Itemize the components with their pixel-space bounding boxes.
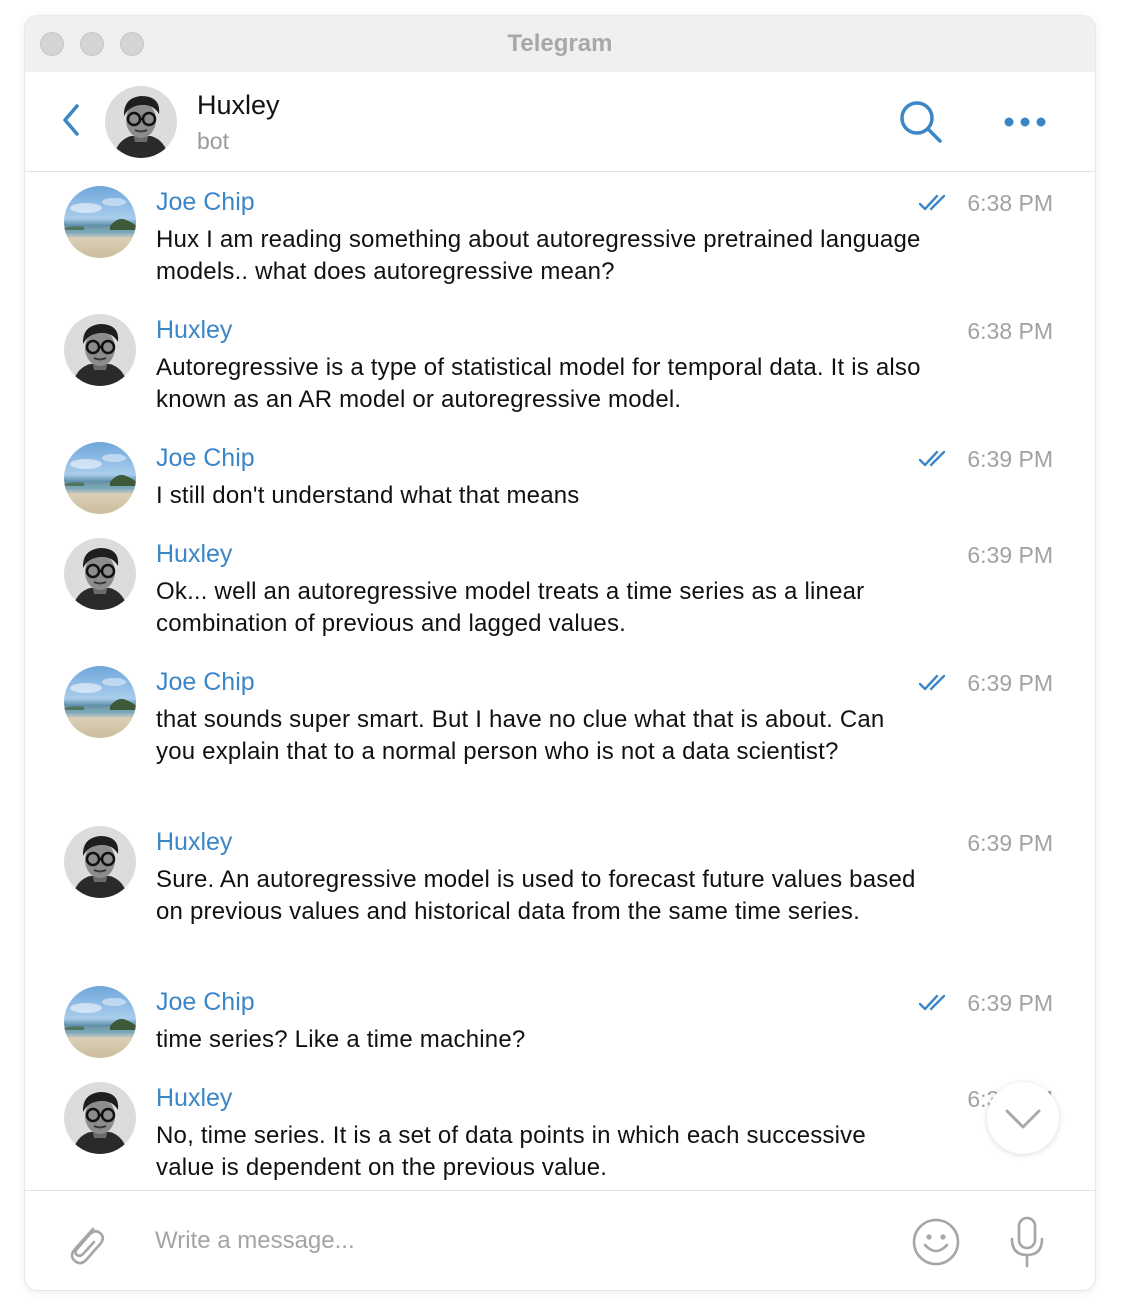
search-button[interactable]	[897, 98, 945, 146]
message-time: 6:39 PM	[967, 542, 1053, 568]
sender-avatar[interactable]	[64, 826, 136, 898]
double-check-icon	[918, 450, 946, 467]
attach-button[interactable]	[63, 1219, 107, 1267]
message-sender[interactable]: Joe Chip	[156, 444, 255, 473]
sender-avatar[interactable]	[64, 442, 136, 514]
avatar-image	[64, 1082, 136, 1154]
message-sender[interactable]: Joe Chip	[156, 188, 255, 217]
microphone-icon	[1010, 1216, 1044, 1268]
message-item[interactable]: Joe Chip 6:39 PM I still don't understan…	[25, 428, 1095, 524]
window-title: Telegram	[507, 30, 613, 57]
search-icon	[900, 101, 942, 143]
chevron-left-icon	[63, 104, 79, 136]
avatar-image	[105, 86, 177, 158]
message-text: Sure. An autoregressive model is used to…	[156, 866, 916, 925]
message-time: 6:38 PM	[967, 190, 1053, 216]
avatar-image	[64, 314, 136, 386]
avatar-image	[64, 538, 136, 610]
message-time: 6:39 PM	[967, 670, 1053, 696]
message-item[interactable]: Huxley 6:39 PM No, time series. It is a …	[25, 1068, 1095, 1190]
message-text: time series? Like a time machine?	[156, 1026, 526, 1053]
voice-message-button[interactable]	[1007, 1215, 1047, 1269]
message-sender[interactable]: Huxley	[156, 540, 232, 569]
message-time: 6:39 PM	[967, 990, 1053, 1016]
avatar-image	[64, 666, 136, 738]
avatar-image	[64, 826, 136, 898]
chat-header: Huxley bot	[25, 72, 1095, 172]
message-text: Hux I am reading something about autoreg…	[156, 226, 921, 285]
telegram-window: Telegram Huxley bot Joe Chip 6:38 PM Hux…	[25, 16, 1095, 1290]
sender-avatar[interactable]	[64, 1082, 136, 1154]
more-button[interactable]	[1003, 110, 1047, 134]
double-check-icon	[918, 674, 946, 691]
double-check-icon	[918, 994, 946, 1011]
message-sender[interactable]: Joe Chip	[156, 668, 255, 697]
chat-status: bot	[197, 128, 229, 154]
message-text: that sounds super smart. But I have no c…	[156, 706, 885, 765]
message-text: Ok... well an autoregressive model treat…	[156, 578, 865, 637]
avatar-image	[64, 986, 136, 1058]
message-sender[interactable]: Huxley	[156, 828, 232, 857]
title-bar: Telegram	[25, 16, 1095, 73]
message-time: 6:39 PM	[967, 446, 1053, 472]
message-item[interactable]: Joe Chip 6:38 PM Hux I am reading someth…	[25, 172, 1095, 300]
message-text: No, time series. It is a set of data poi…	[156, 1122, 866, 1181]
scroll-to-bottom-button[interactable]	[987, 1082, 1059, 1154]
message-time: 6:39 PM	[967, 830, 1053, 856]
sender-avatar[interactable]	[64, 538, 136, 610]
message-item[interactable]: Joe Chip 6:39 PM time series? Like a tim…	[25, 972, 1095, 1068]
message-text: I still don't understand what that means	[156, 482, 580, 509]
message-text: Autoregressive is a type of statistical …	[156, 354, 921, 413]
sender-avatar[interactable]	[64, 986, 136, 1058]
smiley-icon	[912, 1218, 960, 1266]
message-sender[interactable]: Huxley	[156, 1084, 232, 1113]
sender-avatar[interactable]	[64, 666, 136, 738]
sender-avatar[interactable]	[64, 186, 136, 258]
message-item[interactable]: Huxley 6:38 PM Autoregressive is a type …	[25, 300, 1095, 428]
chat-title[interactable]: Huxley	[197, 90, 280, 121]
message-composer	[25, 1190, 1095, 1290]
message-input[interactable]	[155, 1219, 895, 1263]
avatar-image	[64, 186, 136, 258]
message-time: 6:38 PM	[967, 318, 1053, 344]
paperclip-icon	[70, 1227, 105, 1265]
message-item[interactable]: Joe Chip 6:39 PM that sounds super smart…	[25, 652, 1095, 812]
message-list[interactable]: Joe Chip 6:38 PM Hux I am reading someth…	[25, 172, 1095, 1190]
chevron-down-icon	[1005, 1109, 1041, 1129]
chat-avatar[interactable]	[105, 86, 177, 158]
more-dots-icon	[1004, 117, 1046, 127]
back-button[interactable]	[57, 102, 87, 138]
double-check-icon	[918, 194, 946, 211]
message-sender[interactable]: Joe Chip	[156, 988, 255, 1017]
avatar-image	[64, 442, 136, 514]
emoji-button[interactable]	[911, 1217, 961, 1267]
message-sender[interactable]: Huxley	[156, 316, 232, 345]
sender-avatar[interactable]	[64, 314, 136, 386]
message-item[interactable]: Huxley 6:39 PM Sure. An autoregressive m…	[25, 812, 1095, 972]
message-item[interactable]: Huxley 6:39 PM Ok... well an autoregress…	[25, 524, 1095, 652]
